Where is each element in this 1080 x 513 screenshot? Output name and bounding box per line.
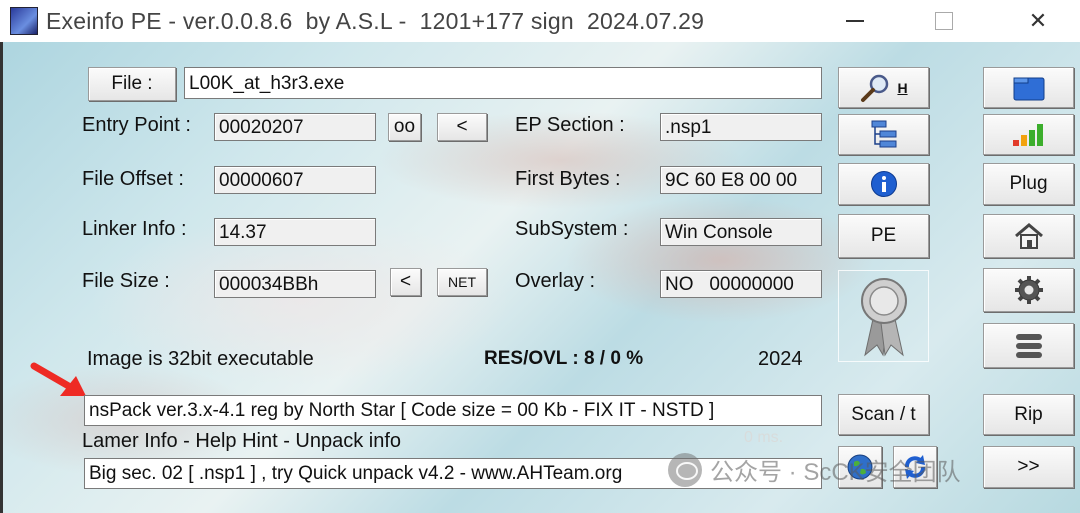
file-size-back-button[interactable]: < [390,268,421,296]
search-button[interactable]: H [838,67,929,108]
title-bar: Exeinfo PE - ver.0.0.8.6 by A.S.L - 1201… [0,0,1080,42]
scan-button-label: Scan / t [851,403,916,425]
folder-icon [1013,77,1044,100]
pe-button[interactable]: PE [838,214,929,258]
overlay-label: Overlay : [515,270,596,292]
window-title: Exeinfo PE - ver.0.0.8.6 by A.S.L - 1201… [46,7,705,34]
home-button[interactable] [983,214,1074,258]
signal-bars-icon [1012,123,1043,146]
statistics-button[interactable] [983,114,1074,155]
wechat-watermark: 公众号 · ScCK安全团队 [668,452,961,487]
net-button[interactable]: NET [437,268,487,296]
subsystem-label: SubSystem : [515,218,629,240]
linker-info-label: Linker Info : [82,218,187,240]
file-size-back-label: < [399,271,412,292]
open-folder-button[interactable] [983,67,1074,108]
ep-section-field[interactable]: .nsp1 [660,113,822,141]
file-button-label: File : [111,73,153,94]
watermark-text: 公众号 · ScCK安全团队 [710,459,961,486]
file-offset-label: File Offset : [82,168,184,190]
file-path-field[interactable]: L00K_at_h3r3.exe [184,67,822,99]
entry-point-back-button[interactable]: < [437,113,487,141]
info-button[interactable] [838,163,929,205]
minimize-button[interactable] [825,0,885,42]
gear-icon [1014,276,1043,304]
timing-text: 0 ms. [744,429,784,446]
ep-section-label: EP Section : [515,114,625,136]
home-icon [1014,223,1043,249]
linker-info-field[interactable]: 14.37 [214,218,376,246]
maximize-button[interactable] [914,0,974,42]
signature-badge-panel [838,270,929,362]
net-button-label: NET [448,274,476,290]
plugins-button-label: Plug [1009,173,1048,194]
exeinfo-window: Exeinfo PE - ver.0.0.8.6 by A.S.L - 1201… [0,0,1080,513]
wechat-logo-icon [668,452,702,487]
res-ovl-text: RES/OVL : 8 / 0 % [484,348,644,369]
hint-links[interactable]: Lamer Info - Help Hint - Unpack info [82,430,401,453]
subsystem-field[interactable]: Win Console [660,218,822,246]
next-button[interactable]: >> [983,446,1074,488]
red-arrow-annotation [30,362,86,396]
oo-button[interactable]: oo [388,113,421,141]
info-icon [870,171,897,197]
section-viewer-button[interactable] [838,114,929,155]
file-size-label: File Size : [82,270,170,292]
entry-point-back-label: < [456,116,468,137]
file-open-button[interactable]: File : [88,67,176,101]
year-text: 2024 [758,348,803,370]
magnifier-icon [861,74,889,102]
tree-list-icon [871,120,896,147]
close-button[interactable]: ✕ [1008,0,1068,42]
first-bytes-field[interactable]: 9C 60 E8 00 00 [660,166,822,194]
entry-point-field[interactable]: 00020207 [214,113,376,141]
rip-button[interactable]: Rip [983,394,1074,435]
first-bytes-label: First Bytes : [515,168,621,190]
close-icon: ✕ [1028,8,1048,33]
next-button-label: >> [1017,456,1040,477]
oo-button-label: oo [393,116,416,137]
file-size-field[interactable]: 000034BBh [214,270,376,298]
file-offset-field[interactable]: 00000607 [214,166,376,194]
menu-button[interactable] [983,323,1074,368]
detection-result-field[interactable]: nsPack ver.3.x-4.1 reg by North Star [ C… [84,395,822,426]
search-hotkey-label: H [897,79,908,96]
entry-point-label: Entry Point : [82,114,191,136]
settings-button[interactable] [983,268,1074,312]
award-ribbon-icon [860,278,907,357]
pe-button-label: PE [870,225,897,246]
image-info-text: Image is 32bit executable [87,348,314,370]
plugins-button[interactable]: Plug [983,163,1074,205]
stack-menu-icon [1015,333,1042,358]
maximize-icon [935,12,953,30]
rip-button-label: Rip [1014,403,1043,425]
minimize-icon [846,20,864,22]
scan-button[interactable]: Scan / t [838,394,929,435]
overlay-field[interactable]: NO 00000000 [660,270,822,298]
window-left-edge [0,42,3,513]
app-logo-icon [10,7,38,35]
